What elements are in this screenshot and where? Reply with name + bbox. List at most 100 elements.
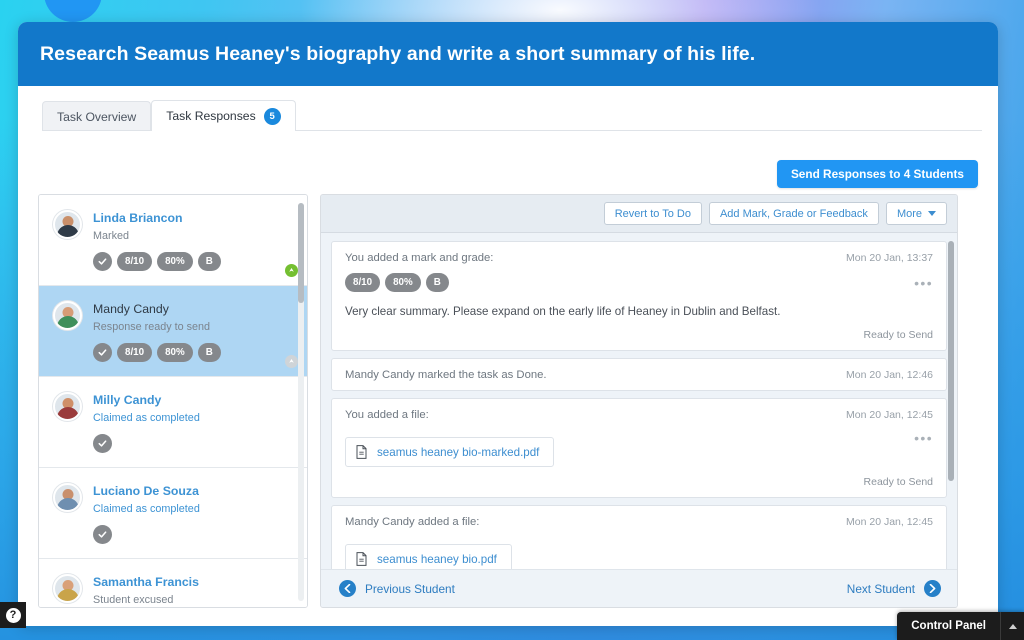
- grade-pill: 80%: [385, 273, 421, 292]
- activity-card: Mandy Candy added a file:Mon 20 Jan, 12:…: [331, 505, 947, 571]
- activity-feed[interactable]: You added a mark and grade: Mon 20 Jan, 1…: [321, 233, 958, 571]
- file-name[interactable]: seamus heaney bio-marked.pdf: [377, 446, 539, 459]
- status-pill: B: [198, 252, 221, 271]
- next-student-link[interactable]: Next Student: [847, 580, 941, 597]
- activity-card-timestamp: Mon 20 Jan, 13:37: [846, 252, 933, 264]
- grade-pill: 8/10: [345, 273, 380, 292]
- status-pill: 80%: [157, 252, 193, 271]
- student-name[interactable]: Mandy Candy: [93, 302, 169, 316]
- student-list-scroll-thumb[interactable]: [298, 203, 304, 303]
- student-name[interactable]: Linda Briancon: [93, 211, 183, 225]
- student-status: Marked: [93, 229, 295, 243]
- status-pill: 8/10: [117, 252, 152, 271]
- activity-card-header: You added a mark and grade: Mon 20 Jan, 1…: [345, 252, 933, 264]
- file-name[interactable]: seamus heaney bio.pdf: [377, 553, 497, 566]
- student-info: Luciano De Souza Claimed as completed: [93, 482, 295, 544]
- activity-card: Mandy Candy marked the task as Done. Mon …: [331, 358, 947, 391]
- document-icon: [356, 445, 367, 459]
- activity-card-header: Mandy Candy added a file:Mon 20 Jan, 12:…: [345, 516, 933, 528]
- activity-card-menu-icon[interactable]: •••: [914, 433, 933, 443]
- help-button[interactable]: ?: [0, 602, 26, 628]
- student-pill-row: [93, 434, 295, 453]
- status-pill-complete: [93, 252, 112, 271]
- student-list-scroll[interactable]: Linda Briancon Marked 8/10 80% B Mandy Candy R…: [39, 195, 307, 607]
- file-attachment[interactable]: seamus heaney bio-marked.pdf: [345, 437, 554, 467]
- status-pill-complete: [93, 434, 112, 453]
- chevron-down-icon: [928, 211, 936, 216]
- student-row[interactable]: Luciano De Souza Claimed as completed: [39, 468, 307, 559]
- workspace: Linda Briancon Marked 8/10 80% B Mandy Candy R…: [38, 194, 978, 608]
- status-pill-complete: [93, 525, 112, 544]
- activity-card-body: Very clear summary. Please expand on the…: [345, 304, 933, 320]
- student-list-scrollbar[interactable]: [298, 203, 304, 601]
- avatar: [53, 574, 82, 603]
- activity-card-status: Ready to Send: [345, 329, 933, 341]
- check-icon: [98, 257, 107, 266]
- ready-to-send-badge: [285, 264, 298, 277]
- status-pill: B: [198, 343, 221, 362]
- send-arrow-icon: [288, 358, 295, 365]
- student-info: Samantha Francis Student excused: [93, 573, 295, 607]
- send-arrow-icon: [288, 267, 295, 274]
- activity-card-text: Mandy Candy added a file:: [345, 516, 479, 528]
- help-icon: ?: [6, 608, 21, 623]
- add-mark-grade-feedback-button[interactable]: Add Mark, Grade or Feedback: [709, 202, 879, 225]
- student-row[interactable]: Linda Briancon Marked 8/10 80% B: [39, 195, 307, 286]
- more-button[interactable]: More: [886, 202, 947, 225]
- activity-card-text: You added a file:: [345, 409, 429, 421]
- avatar: [53, 210, 82, 239]
- activity-feed-scroll-thumb[interactable]: [948, 241, 954, 481]
- document-icon: [356, 552, 367, 566]
- student-row[interactable]: Mandy CandyResponse ready to send8/1080%…: [39, 286, 307, 377]
- activity-card-text: You added a mark and grade:: [345, 252, 493, 264]
- student-name[interactable]: Luciano De Souza: [93, 484, 199, 498]
- student-status: Student excused: [93, 593, 295, 607]
- status-pill-complete: [93, 343, 112, 362]
- task-title-banner: Research Seamus Heaney's biography and w…: [18, 22, 998, 86]
- revert-to-todo-label: Revert to To Do: [615, 208, 691, 220]
- control-panel-label[interactable]: Control Panel: [897, 612, 1000, 640]
- student-info: Linda Briancon Marked 8/10 80% B: [93, 209, 295, 271]
- activity-card-header: You added a file:Mon 20 Jan, 12:45: [345, 409, 933, 421]
- student-status: Claimed as completed: [93, 502, 295, 516]
- ready-to-send-badge: [285, 355, 298, 368]
- activity-card-status: Ready to Send: [345, 476, 933, 488]
- activity-card-menu-icon[interactable]: •••: [914, 278, 933, 288]
- tab-task-overview[interactable]: Task Overview: [42, 101, 151, 131]
- previous-student-link[interactable]: Previous Student: [339, 580, 455, 597]
- activity-card-pills: 8/1080%B: [345, 273, 933, 292]
- activity-card-header: Mandy Candy marked the task as Done. Mon …: [345, 369, 933, 381]
- check-icon: [98, 348, 107, 357]
- avatar: [53, 301, 82, 330]
- student-navigation-bar: Previous Student Next Student: [321, 569, 958, 607]
- check-icon: [98, 530, 107, 539]
- previous-student-label: Previous Student: [365, 582, 455, 596]
- revert-to-todo-button[interactable]: Revert to To Do: [604, 202, 702, 225]
- student-name[interactable]: Milly Candy: [93, 393, 161, 407]
- application-card: Research Seamus Heaney's biography and w…: [18, 22, 998, 626]
- chevron-up-icon: [1009, 624, 1017, 629]
- response-panel: Revert to To Do Add Mark, Grade or Feedb…: [320, 194, 958, 608]
- send-responses-button[interactable]: Send Responses to 4 Students: [777, 160, 978, 188]
- student-row[interactable]: Milly CandyClaimed as completed: [39, 377, 307, 468]
- activity-card-timestamp: Mon 20 Jan, 12:46: [846, 369, 933, 381]
- activity-feed-scrollbar[interactable]: [948, 241, 954, 567]
- file-attachment[interactable]: seamus heaney bio.pdf: [345, 544, 512, 571]
- activity-card-text: Mandy Candy marked the task as Done.: [345, 369, 547, 381]
- more-label: More: [897, 208, 922, 220]
- control-panel: Control Panel: [897, 612, 1024, 640]
- tab-task-overview-label: Task Overview: [57, 110, 136, 124]
- student-pill-row: 8/10 80% B: [93, 252, 295, 271]
- control-panel-expand-button[interactable]: [1000, 612, 1024, 640]
- chevron-left-icon: [339, 580, 356, 597]
- student-info: Mandy CandyResponse ready to send8/1080%…: [93, 300, 295, 362]
- student-row[interactable]: Samantha Francis Student excused: [39, 559, 307, 607]
- avatar: [53, 392, 82, 421]
- student-pill-row: [93, 525, 295, 544]
- tab-task-responses[interactable]: Task Responses 5: [151, 100, 295, 131]
- add-mark-grade-feedback-label: Add Mark, Grade or Feedback: [720, 208, 868, 220]
- student-name[interactable]: Samantha Francis: [93, 575, 199, 589]
- next-student-label: Next Student: [847, 582, 915, 596]
- avatar: [53, 483, 82, 512]
- student-status: Response ready to send: [93, 320, 295, 334]
